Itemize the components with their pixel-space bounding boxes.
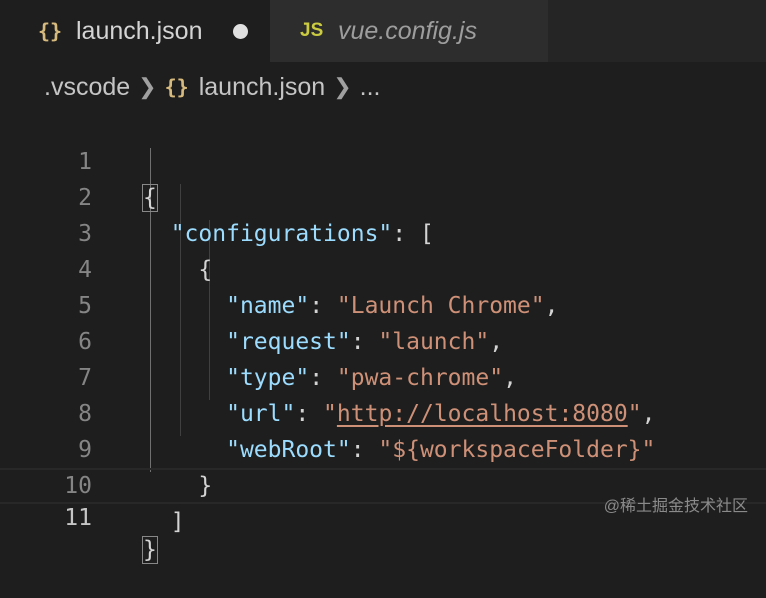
json-file-icon: {} xyxy=(164,75,189,99)
code-line: 6 "type": "pwa-chrome", xyxy=(0,288,766,391)
tab-bar: {} launch.json JS vue.config.js xyxy=(0,0,766,62)
code-line: 1 { xyxy=(0,108,766,212)
code-editor[interactable]: 1 { 2 "configurations": [ 3 { 4 "name": … xyxy=(0,108,766,564)
chevron-right-icon: ❯ xyxy=(333,74,352,99)
unsaved-dot-icon[interactable] xyxy=(233,24,248,39)
code-line: 7 "url": "http://localhost:8080", xyxy=(0,324,766,427)
line-number: 11 xyxy=(64,505,92,531)
tab-label: vue.config.js xyxy=(338,16,477,45)
tab-label: launch.json xyxy=(76,16,203,45)
code-line: 9 } xyxy=(0,396,766,499)
bracket-match: } xyxy=(142,536,158,564)
breadcrumb-file[interactable]: {} launch.json xyxy=(165,73,326,102)
code-line: 8 "webRoot": "${workspaceFolder}" xyxy=(0,360,766,463)
code-line: 2 "configurations": [ xyxy=(0,144,766,247)
json-bracket: ] xyxy=(170,509,185,535)
code-line: 3 { xyxy=(0,180,766,283)
json-file-icon: {} xyxy=(38,19,63,43)
chevron-right-icon: ❯ xyxy=(138,74,157,99)
breadcrumb-file-label: launch.json xyxy=(198,72,326,101)
code-line: 5 "request": "launch", xyxy=(0,252,766,355)
code-line: 10 ] xyxy=(0,432,766,535)
js-file-icon: JS xyxy=(300,20,324,41)
code-line: 4 "name": "Launch Chrome", xyxy=(0,216,766,319)
tab-vue-config-js[interactable]: JS vue.config.js xyxy=(270,0,548,62)
tab-launch-json[interactable]: {} launch.json xyxy=(0,0,270,62)
breadcrumb-folder[interactable]: .vscode xyxy=(44,73,130,102)
breadcrumb-symbols[interactable]: ... xyxy=(360,73,381,102)
watermark: @稀土掘金技术社区 xyxy=(603,498,748,515)
breadcrumb: .vscode ❯ {} launch.json ❯ ... xyxy=(0,62,766,112)
